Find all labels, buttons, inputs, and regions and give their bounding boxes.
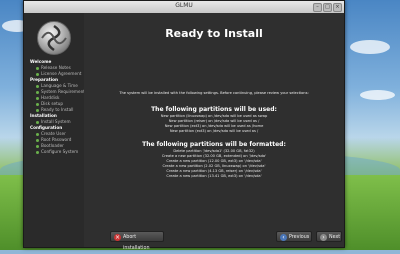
step-label: Configure System	[41, 149, 79, 154]
step-status-icon	[36, 72, 39, 76]
step-status-icon	[36, 132, 39, 136]
steps-sidebar: Welcome Release Notes License Agreement Pre…	[24, 13, 88, 247]
abort-label: Abort installation	[123, 235, 150, 251]
step-label: System Requirements	[41, 89, 88, 94]
step-label: Preparation	[30, 77, 58, 82]
step-label: License Agreement	[41, 71, 82, 76]
step-label: Ready to Install	[41, 107, 74, 112]
step-status-icon	[36, 66, 39, 70]
formatted-partition-line: Create a new partition (4.13 GB, reiser)…	[166, 169, 262, 173]
next-button[interactable]: › Next	[316, 231, 342, 242]
step-status-icon	[36, 150, 39, 154]
step-status-icon	[36, 120, 39, 124]
next-label: Next	[329, 235, 341, 240]
step-label: Root Password	[41, 137, 72, 142]
close-button[interactable]: ×	[333, 3, 342, 12]
formatted-partition-line: Create a new partition (32.00 GB, extend…	[161, 154, 267, 158]
window-title: GLMU	[175, 2, 193, 9]
step-status-icon	[36, 90, 39, 94]
app-logo-icon	[37, 21, 71, 55]
step-label: Configuration	[30, 125, 63, 130]
abort-icon: ×	[114, 234, 121, 241]
forward-arrow-icon: ›	[320, 234, 327, 241]
step-label: Bootloader	[41, 143, 64, 148]
step-label: Create User	[41, 131, 66, 136]
intro-text: The system will be installed with the fo…	[119, 91, 309, 95]
used-partition-line: New partition (ext3) on /dev/sda will be…	[169, 129, 259, 133]
formatted-partition-line: Create a new partition (2.02 GB, linuxsw…	[162, 164, 266, 168]
previous-button[interactable]: ‹ Previous	[276, 231, 312, 242]
used-partitions-title: The following partitions will be used:	[151, 106, 277, 113]
step-status-icon	[36, 138, 39, 142]
used-partition-line: New partition (ext3) on /dev/sda will be…	[164, 124, 264, 128]
used-partition-line: New partition (linuxswap) on /dev/sda wi…	[160, 114, 268, 118]
cloud	[350, 40, 390, 54]
step-label: Installation	[30, 113, 57, 118]
previous-label: Previous	[289, 235, 310, 240]
step-label: Language & Time	[41, 83, 78, 88]
step-status-icon	[36, 102, 39, 106]
used-partition-line: New partition (reiser) on /dev/sda will …	[168, 119, 260, 123]
cloud	[360, 90, 395, 100]
formatted-partition-line: Delete partition '/dev/sda1' (32.00 GB, …	[173, 149, 255, 153]
abort-installation-button[interactable]: × Abort installation	[110, 231, 164, 251]
installer-window: GLMU – □ × Welcome Release Notes License A…	[23, 0, 345, 251]
minimize-button[interactable]: –	[313, 3, 322, 12]
steps-list: Welcome Release Notes License Agreement Pre…	[30, 59, 88, 155]
step-status-icon	[36, 108, 39, 112]
step-label: Disk setup	[41, 101, 64, 106]
formatted-partitions-title: The following partitions will be formatt…	[142, 141, 286, 148]
formatted-partition-line: Create a new partition (13.41 GB, ext3) …	[166, 174, 262, 178]
step-label: Install System	[41, 119, 71, 124]
step-item: Configure System	[30, 149, 84, 155]
step-status-icon	[36, 96, 39, 100]
page-title: Ready to Install	[165, 27, 263, 40]
maximize-button[interactable]: □	[323, 3, 332, 12]
step-label: Welcome	[30, 59, 52, 64]
step-status-icon	[36, 84, 39, 88]
step-status-icon	[36, 144, 39, 148]
step-label: Harddisk	[41, 95, 60, 100]
back-arrow-icon: ‹	[280, 234, 287, 241]
step-label: Release Notes	[41, 65, 71, 70]
main-panel: Ready to Install The system will be inst…	[84, 13, 344, 251]
formatted-partition-line: Create a new partition (12.00 GB, ext3) …	[166, 159, 262, 163]
